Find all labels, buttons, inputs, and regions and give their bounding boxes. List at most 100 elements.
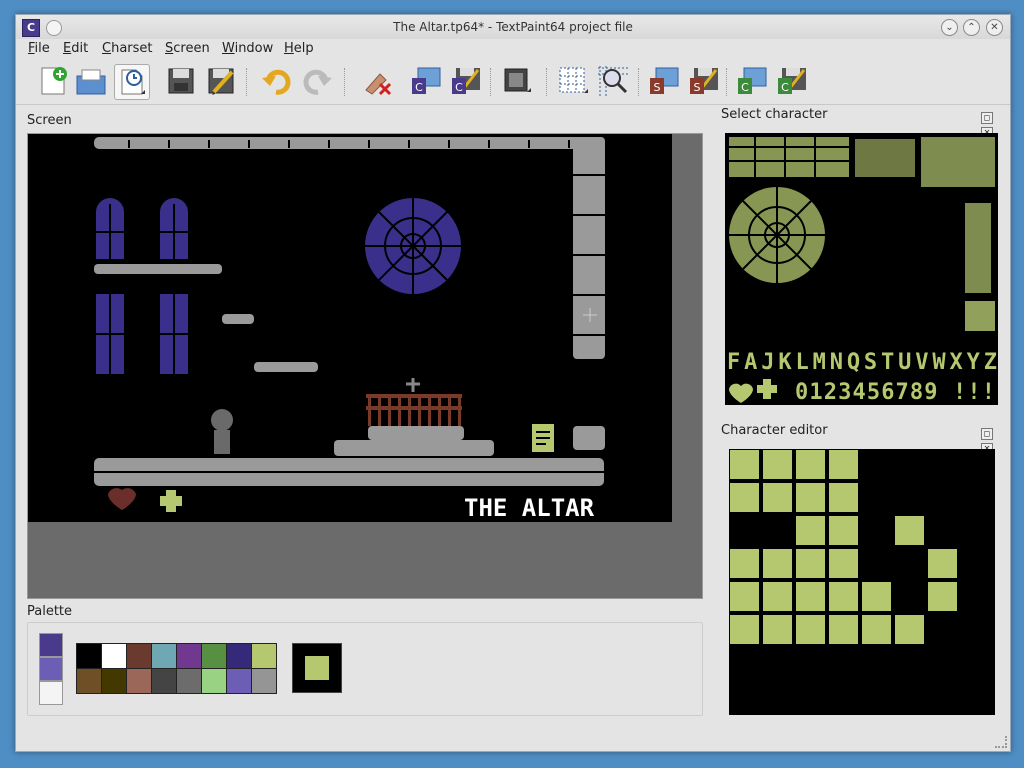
toolbar-separator: [344, 68, 347, 96]
editor-pixel[interactable]: [762, 482, 793, 513]
editor-pixel[interactable]: [795, 482, 826, 513]
editor-pixel[interactable]: [729, 449, 760, 480]
palette-panel-title: Palette: [27, 604, 73, 619]
export-charset-icon[interactable]: C: [448, 64, 482, 98]
palette-swatch[interactable]: [76, 668, 102, 694]
palette-swatch[interactable]: [176, 643, 202, 669]
editor-pixel[interactable]: [795, 515, 826, 546]
minimize-button[interactable]: ⌄: [941, 19, 958, 36]
import-screen-icon[interactable]: S: [646, 64, 680, 98]
selected-color-swatch: [305, 656, 329, 680]
menu-edit[interactable]: Edit: [63, 41, 88, 56]
screen-panel-title: Screen: [27, 113, 72, 128]
multicolor-mode-button[interactable]: [39, 681, 63, 705]
zoom-icon[interactable]: [596, 64, 630, 98]
editor-pixel[interactable]: [762, 548, 793, 579]
palette-swatch[interactable]: [201, 643, 227, 669]
screen-artwork: THE ALTAR: [94, 137, 605, 522]
editor-pixel[interactable]: [828, 515, 859, 546]
import-color-icon[interactable]: C: [734, 64, 768, 98]
menu-window[interactable]: Window: [222, 41, 273, 56]
editor-pixel[interactable]: [729, 548, 760, 579]
editor-pixel[interactable]: [927, 548, 958, 579]
character-pixel-editor[interactable]: [729, 449, 995, 715]
character-selector[interactable]: FAJKLMNQSTUVWXYZ 0123456789 !!!: [725, 133, 998, 405]
save-as-icon[interactable]: [204, 64, 238, 98]
palette-swatch[interactable]: [251, 643, 277, 669]
editor-pixel[interactable]: [795, 614, 826, 645]
editor-pixel[interactable]: [762, 581, 793, 612]
editor-pixel[interactable]: [762, 614, 793, 645]
char-mode-button[interactable]: [39, 633, 63, 657]
export-color-icon[interactable]: C: [774, 64, 808, 98]
editor-pixel[interactable]: [861, 581, 892, 612]
color-mode-button[interactable]: [39, 657, 63, 681]
editor-pixel[interactable]: [729, 614, 760, 645]
palette-swatch[interactable]: [151, 643, 177, 669]
recent-projects-button[interactable]: [114, 64, 150, 100]
editor-pixel[interactable]: [795, 548, 826, 579]
toolbar-separator: [638, 68, 641, 96]
menu-file[interactable]: File: [28, 41, 50, 56]
palette-swatch[interactable]: [101, 668, 127, 694]
editor-pixel[interactable]: [894, 515, 925, 546]
save-icon[interactable]: [164, 64, 198, 98]
character-editor-dock-buttons: ◻✕: [979, 425, 1005, 455]
palette-swatch[interactable]: [226, 643, 252, 669]
editor-pixel[interactable]: [828, 614, 859, 645]
maximize-button[interactable]: ⌃: [963, 19, 980, 36]
palette-swatch[interactable]: [76, 643, 102, 669]
c64-screen[interactable]: THE ALTAR: [28, 134, 672, 522]
charset-grid: FAJKLMNQSTUVWXYZ 0123456789 !!!: [727, 137, 997, 405]
app-window: C The Altar.tp64* - TextPaint64 project …: [15, 14, 1011, 752]
toggle-grid-icon[interactable]: [556, 64, 590, 98]
float-icon[interactable]: ◻: [981, 112, 993, 124]
menu-bar: File Edit Charset Screen Window Help: [16, 39, 1010, 59]
undo-icon[interactable]: [260, 64, 294, 98]
svg-text:S: S: [694, 81, 701, 94]
svg-text:C: C: [741, 81, 749, 94]
editor-pixel[interactable]: [729, 482, 760, 513]
room-label: THE ALTAR: [464, 494, 595, 522]
charset-settings-icon[interactable]: [500, 64, 534, 98]
title-bar: C The Altar.tp64* - TextPaint64 project …: [16, 15, 1010, 39]
editor-pixel[interactable]: [729, 581, 760, 612]
editor-pixel[interactable]: [762, 449, 793, 480]
palette-swatch[interactable]: [251, 668, 277, 694]
editor-pixel[interactable]: [795, 581, 826, 612]
resize-grip-icon[interactable]: [995, 736, 1007, 748]
editor-pixel[interactable]: [927, 581, 958, 612]
editor-pixel[interactable]: [828, 548, 859, 579]
current-color-preview: [292, 643, 342, 693]
float-icon[interactable]: ◻: [981, 428, 993, 440]
palette-swatch[interactable]: [201, 668, 227, 694]
menu-screen[interactable]: Screen: [165, 41, 210, 56]
screen-canvas-area[interactable]: THE ALTAR: [27, 133, 703, 599]
editor-pixel[interactable]: [861, 614, 892, 645]
open-project-icon[interactable]: [74, 64, 108, 98]
svg-text:S: S: [654, 81, 661, 94]
editor-pixel[interactable]: [828, 581, 859, 612]
new-project-icon[interactable]: [36, 64, 70, 98]
select-character-dock-buttons: ◻✕: [979, 109, 1005, 139]
menu-charset[interactable]: Charset: [102, 41, 153, 56]
palette-swatch[interactable]: [126, 643, 152, 669]
import-charset-icon[interactable]: C: [408, 64, 442, 98]
toolbar: C C S S C C: [16, 60, 1010, 105]
redo-icon[interactable]: [300, 64, 334, 98]
editor-pixel[interactable]: [894, 614, 925, 645]
character-editor-title: Character editor: [721, 423, 828, 438]
menu-help[interactable]: Help: [284, 41, 314, 56]
palette-swatch[interactable]: [101, 643, 127, 669]
editor-pixel[interactable]: [795, 449, 826, 480]
palette-swatch[interactable]: [226, 668, 252, 694]
palette-swatch[interactable]: [126, 668, 152, 694]
palette-swatch[interactable]: [176, 668, 202, 694]
palette-swatch[interactable]: [151, 668, 177, 694]
clear-icon[interactable]: [360, 64, 394, 98]
toolbar-separator: [246, 68, 249, 96]
export-screen-icon[interactable]: S: [686, 64, 720, 98]
editor-pixel[interactable]: [828, 449, 859, 480]
close-button[interactable]: ✕: [986, 19, 1003, 36]
editor-pixel[interactable]: [828, 482, 859, 513]
